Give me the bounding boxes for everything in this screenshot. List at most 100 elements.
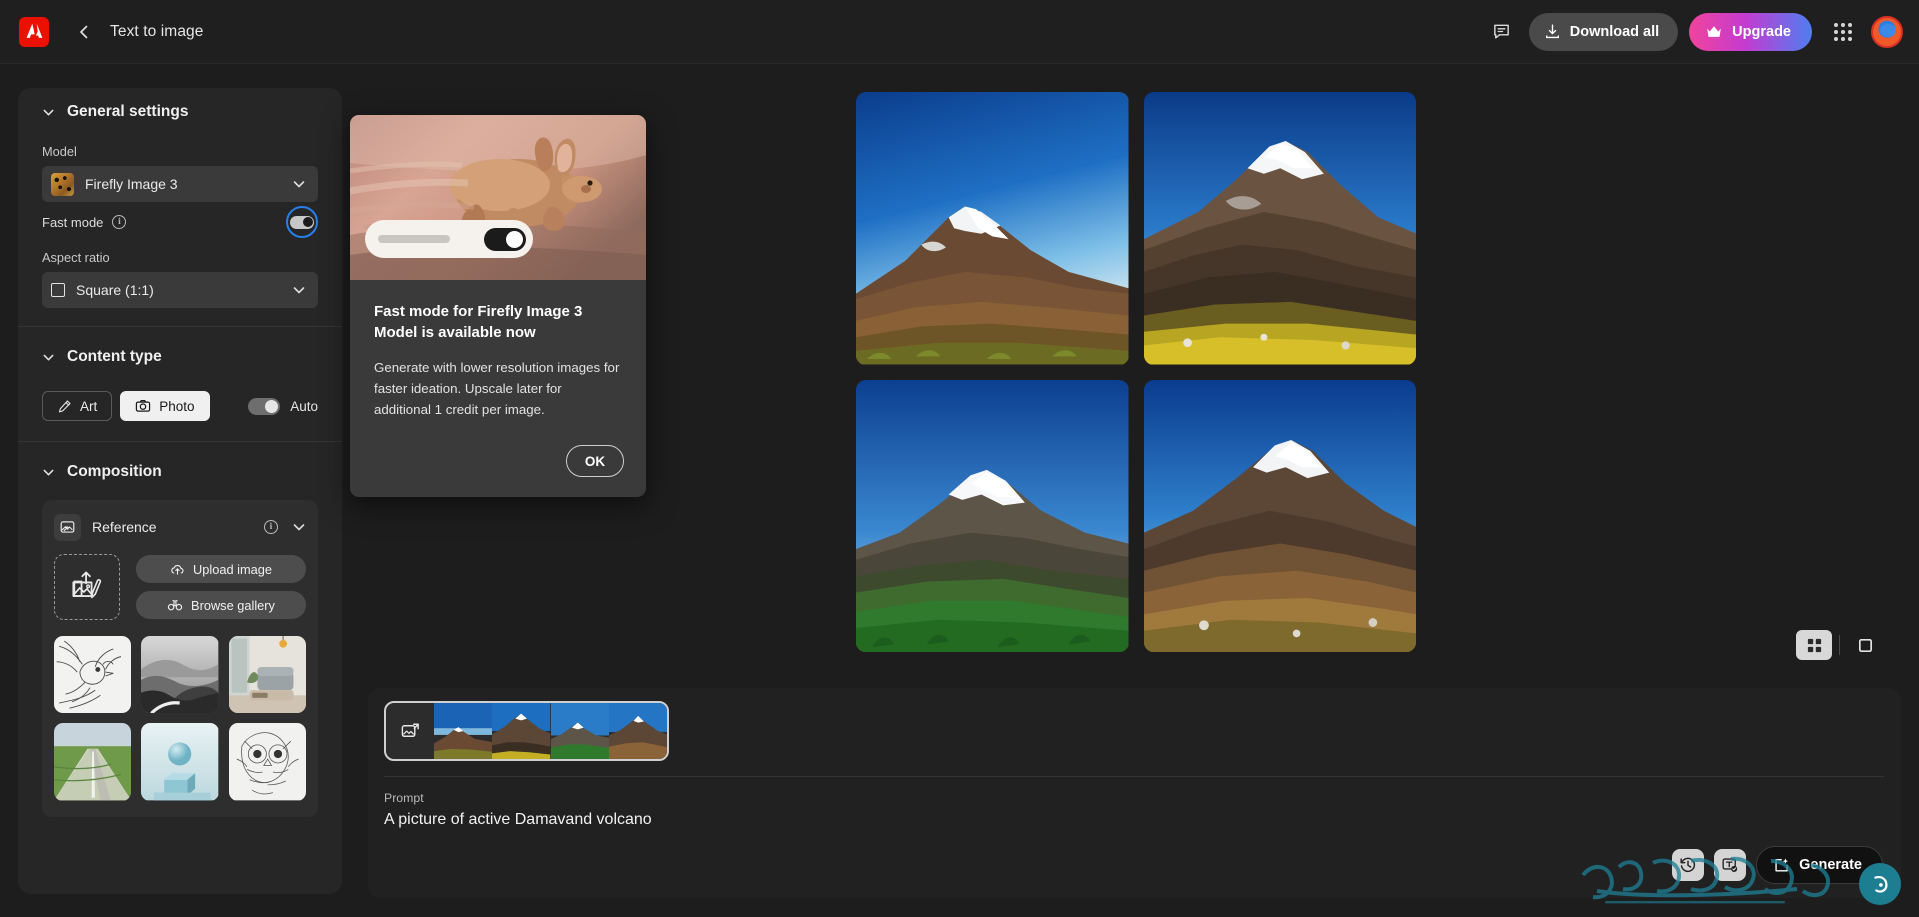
square-icon xyxy=(51,283,65,297)
topbar-actions: Download all Upgrade xyxy=(1485,12,1919,51)
divider xyxy=(384,776,1884,777)
result-image-3[interactable] xyxy=(856,379,1129,652)
result-image-4[interactable] xyxy=(1143,379,1416,652)
text-template-icon xyxy=(1721,856,1739,874)
composition-header[interactable]: Composition xyxy=(42,448,318,496)
chevron-down-icon xyxy=(292,177,306,191)
result-image-2[interactable] xyxy=(1143,92,1416,365)
aspect-ratio-label: Aspect ratio xyxy=(42,250,110,265)
browse-gallery-button[interactable]: Browse gallery xyxy=(136,591,306,619)
upload-row: Upload image Browse gallery xyxy=(54,554,306,620)
section-general-settings: General settings Model Firefly Image 3 F… xyxy=(18,88,342,308)
popover-ok-button[interactable]: OK xyxy=(566,445,624,477)
download-all-button[interactable]: Download all xyxy=(1528,12,1679,51)
user-avatar[interactable] xyxy=(1871,15,1903,48)
camera-icon xyxy=(135,398,151,414)
reference-gallery-grid xyxy=(54,636,306,801)
history-clock-icon xyxy=(1679,856,1697,874)
fast-mode-popover: Fast mode for Firefly Image 3 Model is a… xyxy=(350,115,646,497)
binoculars-icon xyxy=(167,597,183,613)
info-icon[interactable]: i xyxy=(112,215,127,229)
prompt-input[interactable]: A picture of active Damavand volcano xyxy=(384,811,652,829)
auto-toggle-group: Auto xyxy=(248,397,318,415)
text-effects-button[interactable] xyxy=(1714,849,1747,881)
reference-header[interactable]: Reference i xyxy=(54,510,306,544)
content-type-header[interactable]: Content type xyxy=(42,333,318,381)
filmstrip-selected-set[interactable] xyxy=(384,701,669,761)
chevron-down-icon xyxy=(42,351,55,364)
fast-mode-label: Fast mode xyxy=(42,214,104,230)
cloud-upload-icon xyxy=(170,562,185,577)
app-grid-icon[interactable] xyxy=(1828,17,1858,47)
upload-image-placeholder-icon[interactable] xyxy=(54,554,120,620)
content-type-art-label: Art xyxy=(80,398,98,414)
settings-sidebar: General settings Model Firefly Image 3 F… xyxy=(18,88,342,894)
grid-view-toggle[interactable] xyxy=(1796,630,1832,660)
reference-thumb-grayscale-river-valley[interactable] xyxy=(141,636,219,714)
divider xyxy=(1839,635,1840,655)
single-view-toggle[interactable] xyxy=(1847,630,1883,660)
upload-image-button[interactable]: Upload image xyxy=(136,555,306,583)
aspect-ratio-value: Square (1:1) xyxy=(76,282,154,298)
prompt-actions: Generate xyxy=(1672,846,1883,884)
art-brush-icon xyxy=(57,399,72,414)
upgrade-button[interactable]: Upgrade xyxy=(1689,12,1812,51)
filmstrip-thumb-3[interactable] xyxy=(550,703,609,759)
filmstrip-thumb-1[interactable] xyxy=(434,703,493,759)
content-type-options: Art Photo Auto xyxy=(42,391,318,421)
fast-mode-toggle[interactable] xyxy=(286,206,318,238)
reference-thumb-living-room-interior[interactable] xyxy=(228,636,306,714)
chevron-down-icon[interactable] xyxy=(292,520,306,534)
view-mode-toggles xyxy=(1796,630,1883,660)
filmstrip-thumb-4[interactable] xyxy=(608,703,667,759)
model-thumbnail-icon xyxy=(51,172,74,196)
model-label: Model xyxy=(42,144,77,159)
section-content-type: Content type Art Photo Auto xyxy=(18,327,342,421)
aspect-ratio-select[interactable]: Square (1:1) xyxy=(42,272,318,308)
reference-thumb-sketch-blue-jay[interactable] xyxy=(54,636,132,714)
reference-thumb-sketch-owl[interactable] xyxy=(228,723,306,801)
square-outline-icon xyxy=(1857,637,1874,654)
reference-thumb-pastel-sphere-cube[interactable] xyxy=(141,723,219,801)
reference-thumb-country-road-fields[interactable] xyxy=(54,723,132,801)
watermark-badge-icon xyxy=(1859,863,1901,905)
history-button[interactable] xyxy=(1672,849,1705,881)
filmstrip-thumb-2[interactable] xyxy=(492,703,551,759)
generate-label: Generate xyxy=(1799,857,1862,873)
fast-mode-row: Fast mode i xyxy=(42,202,318,242)
toggle-knob xyxy=(290,215,314,229)
section-composition: Composition Reference i Upload image Bro… xyxy=(18,442,342,817)
upgrade-label: Upgrade xyxy=(1732,23,1791,40)
upload-image-label: Upload image xyxy=(193,561,272,577)
model-value: Firefly Image 3 xyxy=(85,176,178,192)
popover-fast-mode-chip xyxy=(365,220,533,258)
image-stack-icon[interactable] xyxy=(386,703,434,759)
popover-body: Fast mode for Firefly Image 3 Model is a… xyxy=(350,280,646,420)
model-select[interactable]: Firefly Image 3 xyxy=(42,166,318,202)
top-bar: Text to image Download all Upgrade xyxy=(0,0,1919,64)
result-image-1[interactable] xyxy=(856,92,1129,365)
download-all-label: Download all xyxy=(1569,23,1660,40)
popover-title: Fast mode for Firefly Image 3 Model is a… xyxy=(374,303,583,341)
page-title: Text to image xyxy=(110,22,204,40)
results-image-grid xyxy=(856,92,1416,652)
running-rabbit-illustration xyxy=(350,115,646,280)
popover-description: Generate with lower resolution images fo… xyxy=(374,360,620,418)
chip-toggle xyxy=(484,227,526,251)
reference-label: Reference xyxy=(92,519,157,535)
image-reference-icon xyxy=(54,513,81,541)
info-icon[interactable]: i xyxy=(264,520,278,534)
feedback-bubble-icon[interactable] xyxy=(1485,15,1519,49)
auto-label: Auto xyxy=(290,398,318,414)
sparkle-generate-icon xyxy=(1773,857,1790,874)
general-settings-header[interactable]: General settings xyxy=(42,88,318,136)
reference-card: Reference i Upload image Browse gallery xyxy=(42,500,318,817)
chevron-left-icon[interactable] xyxy=(75,23,93,41)
download-icon xyxy=(1544,23,1561,40)
grid-2x2-icon xyxy=(1806,637,1823,654)
adobe-logo-icon[interactable] xyxy=(19,16,49,47)
content-type-art-button[interactable]: Art xyxy=(42,391,113,421)
chevron-down-icon xyxy=(42,466,55,479)
content-type-photo-button[interactable]: Photo xyxy=(120,391,210,421)
auto-toggle[interactable] xyxy=(248,397,281,415)
